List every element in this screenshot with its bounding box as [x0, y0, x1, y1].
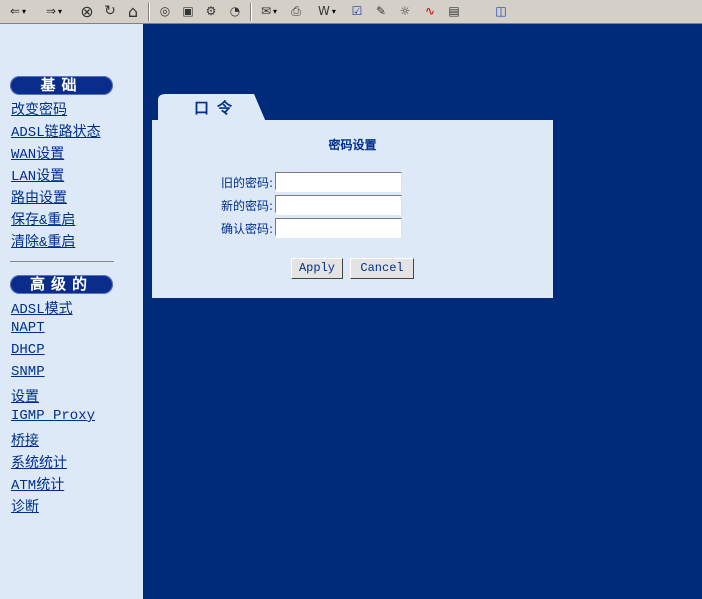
- media-icon[interactable]: ⚙: [202, 3, 220, 19]
- forward-icon[interactable]: ⇒ ▾: [40, 3, 68, 19]
- nav-igmp-proxy[interactable]: IGMP Proxy: [11, 408, 95, 424]
- password-panel: 密码设置 旧的密码: 新的密码: 确认密码: Apply Cancel: [152, 120, 553, 298]
- tab-label: 口令: [194, 99, 241, 117]
- tab-password[interactable]: 口令: [158, 94, 266, 122]
- nav-napt[interactable]: NAPT: [11, 320, 45, 336]
- section-title-advanced: 高级的: [10, 275, 113, 294]
- nav-dhcp[interactable]: DHCP: [11, 342, 45, 358]
- nav-diagnostics[interactable]: 诊断: [11, 496, 39, 516]
- refresh-icon[interactable]: ↻: [101, 3, 119, 19]
- disk-icon[interactable]: ▤: [445, 3, 463, 19]
- nav-settings[interactable]: 设置: [11, 386, 39, 406]
- nav-clear-reboot[interactable]: 清除&重启: [11, 231, 75, 251]
- research-icon[interactable]: ∿: [420, 3, 440, 19]
- edit-icon[interactable]: W ▾: [312, 3, 342, 19]
- stop-icon[interactable]: ⊗: [78, 2, 96, 21]
- history-icon[interactable]: ◔: [226, 3, 244, 19]
- confirm-password-field[interactable]: [275, 218, 402, 238]
- apply-button[interactable]: Apply: [291, 258, 343, 279]
- messenger-icon[interactable]: ☑: [348, 3, 366, 19]
- new-password-label: 新的密码:: [220, 199, 273, 213]
- new-password-field[interactable]: [275, 195, 402, 215]
- section-title-basic: 基础: [10, 76, 113, 95]
- tools-icon[interactable]: ✎: [372, 3, 390, 19]
- nav-save-reboot[interactable]: 保存&重启: [11, 209, 75, 229]
- cancel-button[interactable]: Cancel: [350, 258, 414, 279]
- nav-routing-settings[interactable]: 路由设置: [11, 187, 67, 207]
- home-icon[interactable]: ⌂: [124, 2, 142, 21]
- toolbar-separator: [250, 3, 252, 21]
- browser-toolbar: ⇐ ▾ ⇒ ▾ ⊗ ↻ ⌂ ◎ ▣ ⚙ ◔ ✉ ▾ ⎙ W ▾ ☑ ✎ ☼ ∿ ▤ ◫: [0, 0, 702, 24]
- print-icon[interactable]: ⎙: [287, 3, 305, 19]
- nav-system-stats[interactable]: 系统统计: [11, 452, 67, 472]
- page-icon[interactable]: ◫: [492, 3, 510, 19]
- nav-bridge[interactable]: 桥接: [11, 430, 39, 450]
- sidebar: 基础 改变密码 ADSL链路状态 WAN设置 LAN设置 路由设置 保存&重启 …: [0, 24, 143, 599]
- old-password-input[interactable]: [276, 176, 401, 192]
- sidebar-divider: [10, 261, 114, 262]
- nav-wan-settings[interactable]: WAN设置: [11, 143, 64, 163]
- back-icon[interactable]: ⇐ ▾: [4, 3, 32, 19]
- nav-lan-settings[interactable]: LAN设置: [11, 165, 64, 185]
- nav-adsl-status[interactable]: ADSL链路状态: [11, 121, 101, 141]
- confirm-password-label: 确认密码:: [220, 222, 273, 236]
- old-password-label: 旧的密码:: [220, 176, 273, 190]
- nav-snmp[interactable]: SNMP: [11, 364, 45, 380]
- panel-title: 密码设置: [328, 138, 377, 152]
- nav-adsl-mode[interactable]: ADSL模式: [11, 298, 73, 318]
- toolbar-separator: [148, 3, 150, 21]
- bulb-icon[interactable]: ☼: [396, 3, 414, 19]
- nav-change-password[interactable]: 改变密码: [11, 99, 67, 119]
- confirm-password-input[interactable]: [276, 222, 401, 238]
- new-password-input[interactable]: [276, 199, 401, 215]
- favorites-icon[interactable]: ▣: [179, 3, 197, 19]
- search-icon[interactable]: ◎: [156, 3, 174, 19]
- mail-icon[interactable]: ✉ ▾: [256, 3, 282, 19]
- nav-atm-stats[interactable]: ATM统计: [11, 474, 64, 494]
- old-password-field[interactable]: [275, 172, 402, 192]
